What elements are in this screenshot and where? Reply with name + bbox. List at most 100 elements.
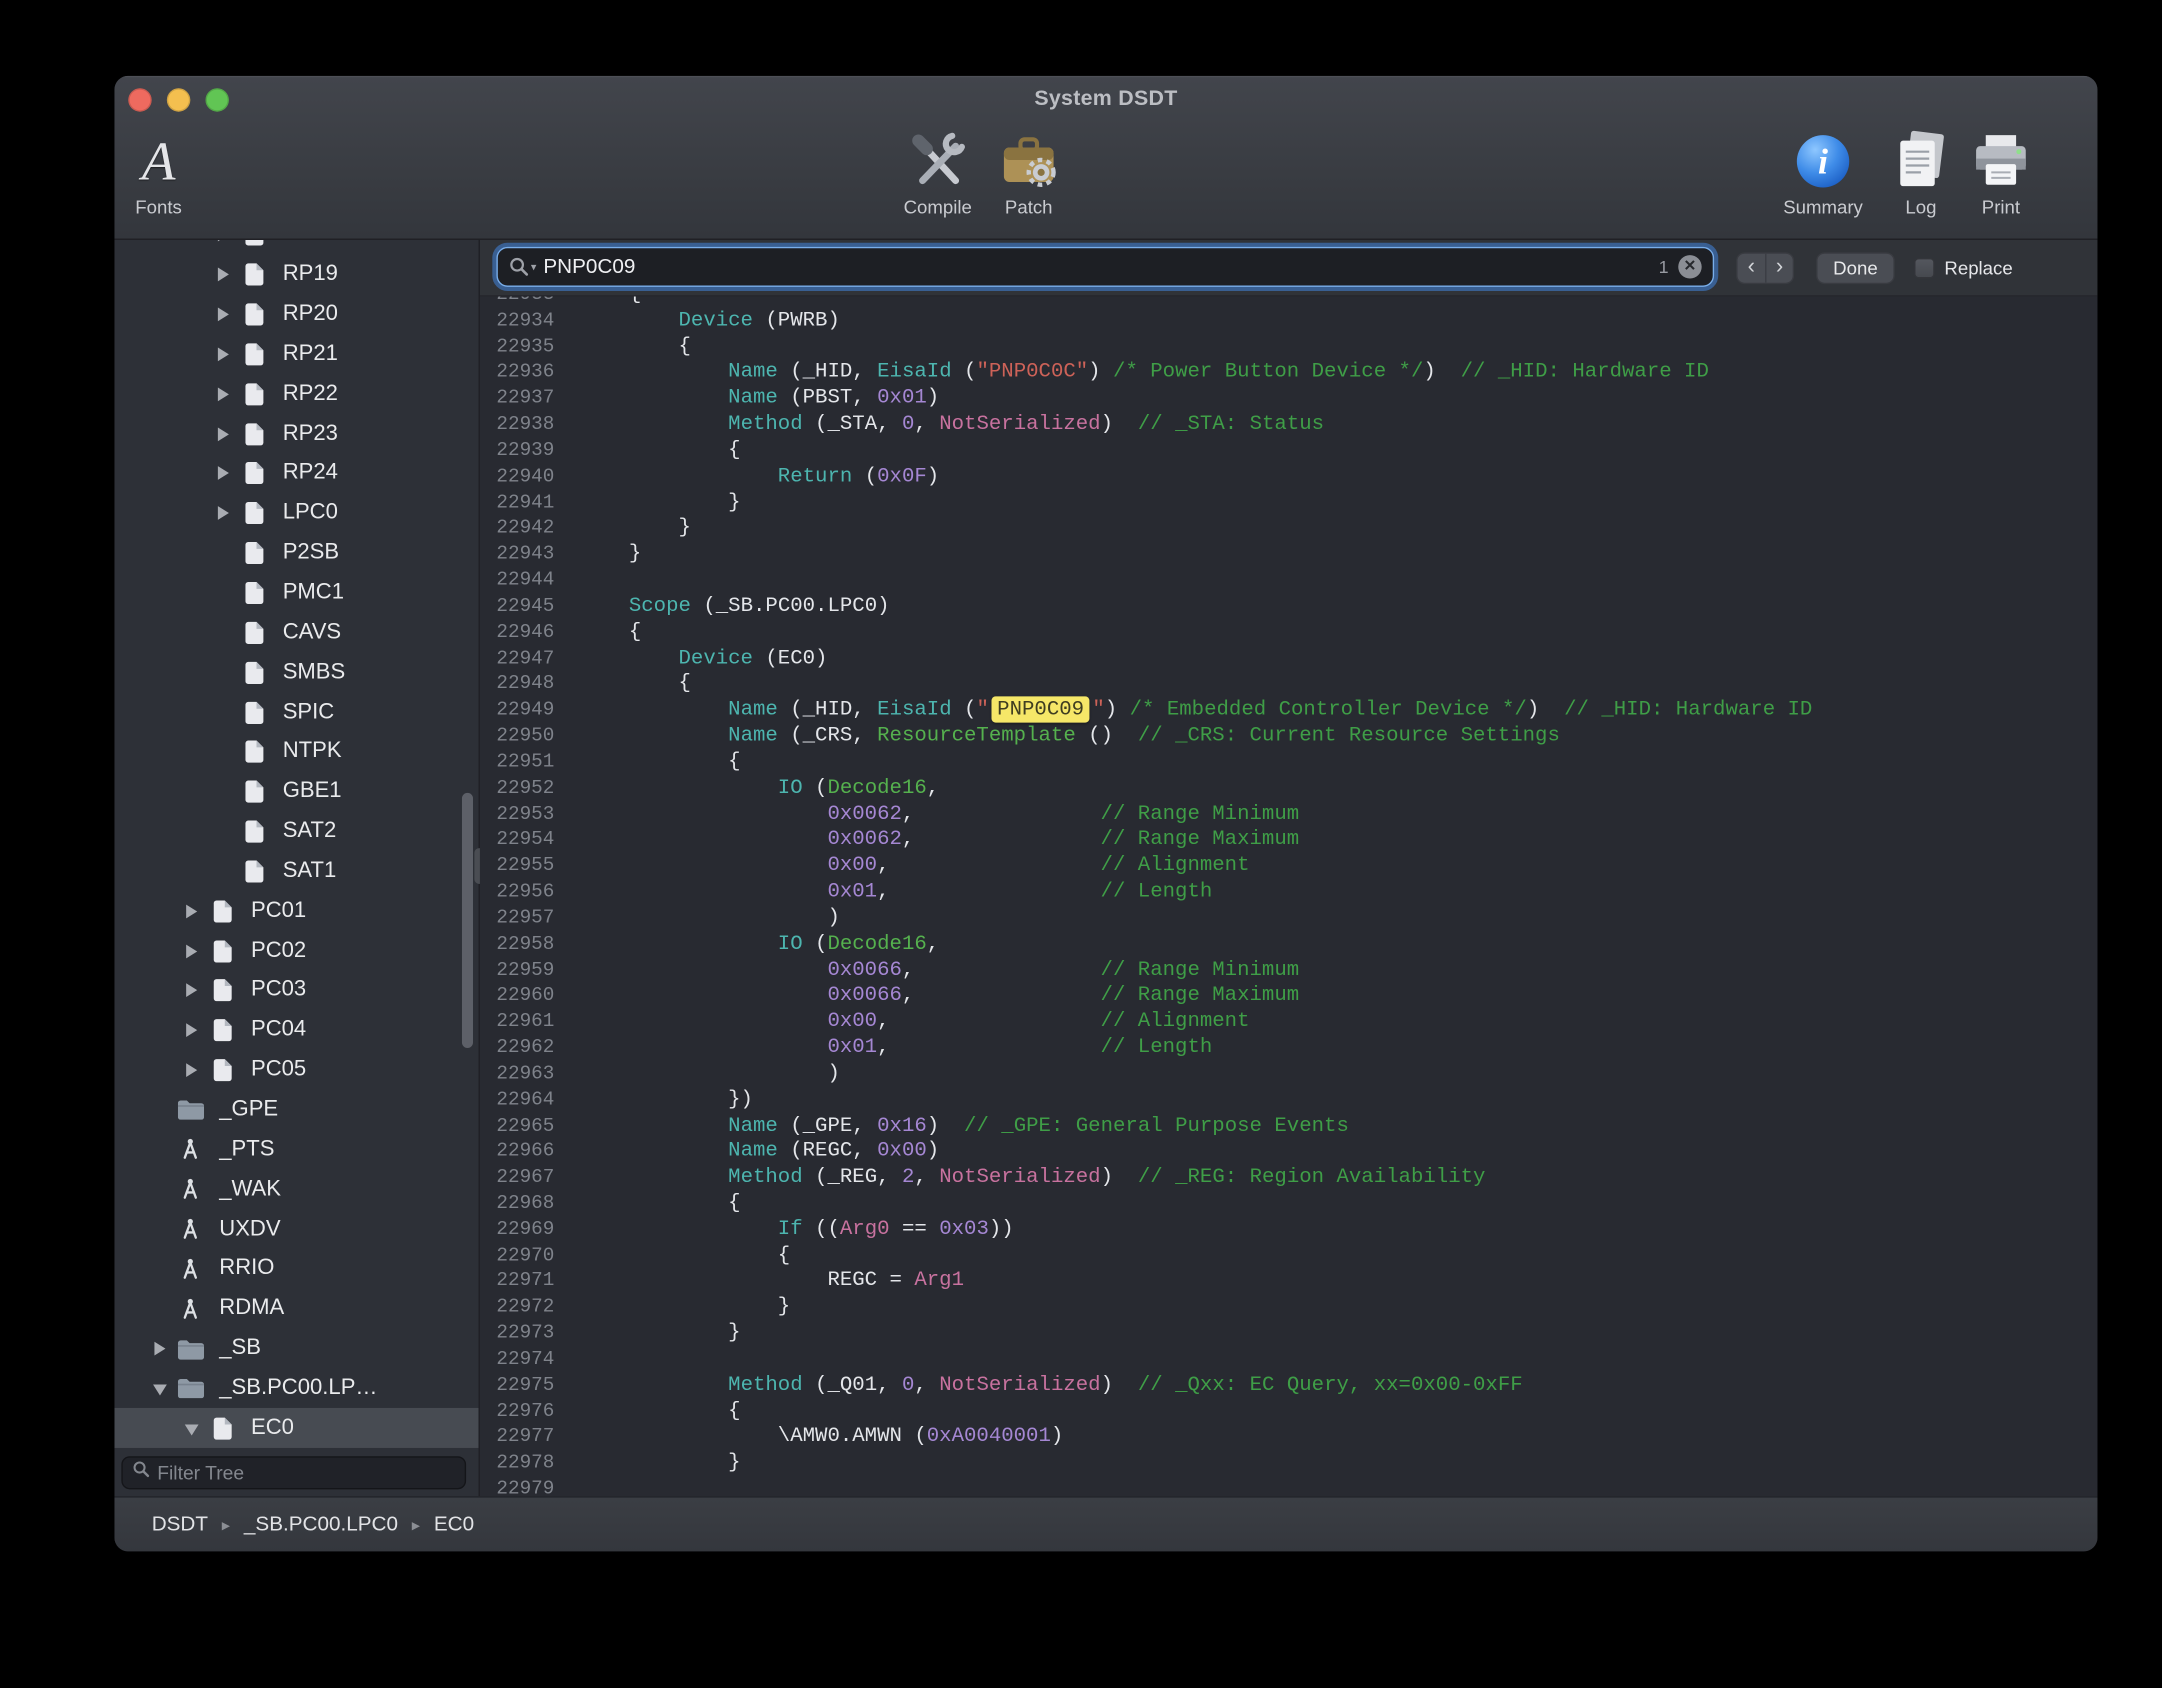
method-icon (172, 1138, 208, 1161)
code-text: { (579, 438, 740, 464)
code-text: 0x01, // Length (579, 880, 1212, 906)
find-next-button[interactable]: › (1765, 254, 1793, 283)
print-toolbar-button[interactable]: Print (1939, 127, 2063, 218)
code-line: 22960 0x0066, // Range Maximum (480, 984, 2098, 1010)
sidebar-item-rp19[interactable]: RP19 (114, 255, 478, 295)
sidebar-item-sat2[interactable]: SAT2 (114, 812, 478, 852)
document-icon (236, 342, 272, 367)
code-line: 22964 }) (480, 1088, 2098, 1114)
code-text: { (579, 750, 740, 776)
sidebar-item-uxdv[interactable]: UXDV (114, 1210, 478, 1250)
summary-label: Summary (1783, 197, 1863, 218)
document-icon (236, 262, 272, 287)
magnifier-with-chevron-icon[interactable]: ▾ (509, 256, 537, 277)
sidebar-item-spic[interactable]: SPIC (114, 692, 478, 732)
code-text: Name (_CRS, ResourceTemplate () // _CRS:… (579, 724, 1560, 750)
sidebar-item-cavs[interactable]: CAVS (114, 613, 478, 653)
printer-icon (1969, 127, 2032, 196)
patch-toolbar-button[interactable]: Patch (967, 127, 1091, 218)
document-icon (204, 978, 240, 1003)
sidebar-item-pc05[interactable]: PC05 (114, 1050, 478, 1090)
disclosure-triangle-icon[interactable] (179, 984, 204, 998)
line-number: 22945 (480, 594, 554, 620)
sidebar-item-rdma[interactable]: RDMA (114, 1289, 478, 1329)
sidebar-item-label: RDMA (219, 1297, 284, 1322)
sidebar-item-rp24[interactable]: RP24 (114, 454, 478, 494)
sidebar-item-_wak[interactable]: _WAK (114, 1170, 478, 1210)
line-number: 22978 (480, 1451, 554, 1477)
disclosure-triangle-icon[interactable] (179, 944, 204, 958)
breadcrumb-item[interactable]: EC0 (434, 1513, 474, 1536)
sidebar-item-_pts[interactable]: _PTS (114, 1130, 478, 1170)
sidebar-item-pc04[interactable]: PC04 (114, 1011, 478, 1051)
sidebar-item-lpc0[interactable]: LPC0 (114, 494, 478, 534)
search-field[interactable]: ▾ 1 ✕ (496, 247, 1714, 287)
line-number: 22975 (480, 1373, 554, 1399)
code-line: 22938 Method (_STA, 0, NotSerialized) //… (480, 413, 2098, 439)
sidebar-item-rp18[interactable]: RP18 (114, 240, 478, 255)
disclosure-triangle-icon[interactable] (179, 1024, 204, 1038)
svg-text:i: i (1818, 142, 1828, 182)
code-editor[interactable]: 22933 {22934 Device (PWRB)22935 {22936 N… (480, 296, 2098, 1496)
clear-search-icon[interactable]: ✕ (1678, 255, 1701, 278)
sidebar-item-label: _SB (219, 1336, 261, 1361)
sidebar-item-pmc1[interactable]: PMC1 (114, 573, 478, 613)
toolbox-gear-icon (997, 127, 1060, 196)
sidebar-item-rp20[interactable]: RP20 (114, 295, 478, 335)
sidebar-item-_sbpc00lp[interactable]: _SB.PC00.LP… (114, 1369, 478, 1409)
sidebar-item-ntpk[interactable]: NTPK (114, 732, 478, 772)
code-text: Scope (_SB.PC00.LPC0) (579, 594, 889, 620)
disclosure-triangle-icon[interactable] (211, 347, 236, 361)
disclosure-triangle-icon[interactable] (211, 427, 236, 441)
disclosure-triangle-icon[interactable] (211, 268, 236, 282)
code-line: 22943 } (480, 542, 2098, 568)
disclosure-triangle-icon[interactable] (211, 387, 236, 401)
disclosure-triangle-icon[interactable] (211, 467, 236, 481)
sidebar-scrollbar[interactable] (462, 793, 473, 1048)
sidebar-item-pc03[interactable]: PC03 (114, 971, 478, 1011)
sidebar-item-rp23[interactable]: RP23 (114, 414, 478, 454)
disclosure-triangle-icon[interactable] (179, 1421, 204, 1435)
disclosure-triangle-icon[interactable] (148, 1382, 173, 1396)
sidebar-item-rrio[interactable]: RRIO (114, 1249, 478, 1289)
done-button[interactable]: Done (1816, 252, 1895, 284)
sidebar-item-label: RP24 (283, 461, 338, 486)
sidebar-item-_gpe[interactable]: _GPE (114, 1090, 478, 1130)
filter-tree-input[interactable] (157, 1462, 455, 1484)
sidebar-item-p2sb[interactable]: P2SB (114, 533, 478, 573)
disclosure-triangle-icon[interactable] (148, 1342, 173, 1356)
code-text: ) (579, 1062, 840, 1088)
document-icon (236, 859, 272, 884)
code-line: 22972 } (480, 1295, 2098, 1321)
filter-field[interactable] (121, 1456, 466, 1489)
code-line: 22957 ) (480, 906, 2098, 932)
disclosure-triangle-icon[interactable] (211, 240, 236, 242)
replace-checkbox[interactable] (1914, 258, 1935, 279)
sidebar-item-ec0[interactable]: EC0 (114, 1408, 478, 1448)
sidebar-item-label: RP23 (283, 421, 338, 446)
disclosure-triangle-icon[interactable] (211, 507, 236, 521)
document-icon (236, 382, 272, 407)
sidebar-item-smbs[interactable]: SMBS (114, 653, 478, 693)
sidebar-item-pc02[interactable]: PC02 (114, 931, 478, 971)
code-text: } (579, 490, 740, 516)
disclosure-triangle-icon[interactable] (211, 308, 236, 322)
sidebar-item-label: PMC1 (283, 581, 344, 606)
breadcrumb-item[interactable]: DSDT (152, 1513, 208, 1536)
sidebar-item-sat1[interactable]: SAT1 (114, 852, 478, 892)
fonts-toolbar-button[interactable]: A Fonts (114, 127, 220, 218)
sidebar-item-rp22[interactable]: RP22 (114, 374, 478, 414)
sidebar-item-pc01[interactable]: PC01 (114, 891, 478, 931)
sidebar-item-_sb[interactable]: _SB (114, 1329, 478, 1369)
search-input[interactable] (536, 255, 1658, 278)
sidebar-item-label: CAVS (283, 620, 341, 645)
disclosure-triangle-icon[interactable] (179, 904, 204, 918)
breadcrumb-item[interactable]: _SB.PC00.LPC0 (244, 1513, 398, 1536)
disclosure-triangle-icon[interactable] (179, 1063, 204, 1077)
match-count: 1 (1659, 256, 1669, 277)
sidebar-item-gbe1[interactable]: GBE1 (114, 772, 478, 812)
sidebar-item-label: _WAK (219, 1177, 281, 1202)
sidebar-item-rp21[interactable]: RP21 (114, 334, 478, 374)
find-previous-button[interactable]: ‹ (1738, 254, 1766, 283)
code-text: 0x0062, // Range Maximum (579, 828, 1299, 854)
